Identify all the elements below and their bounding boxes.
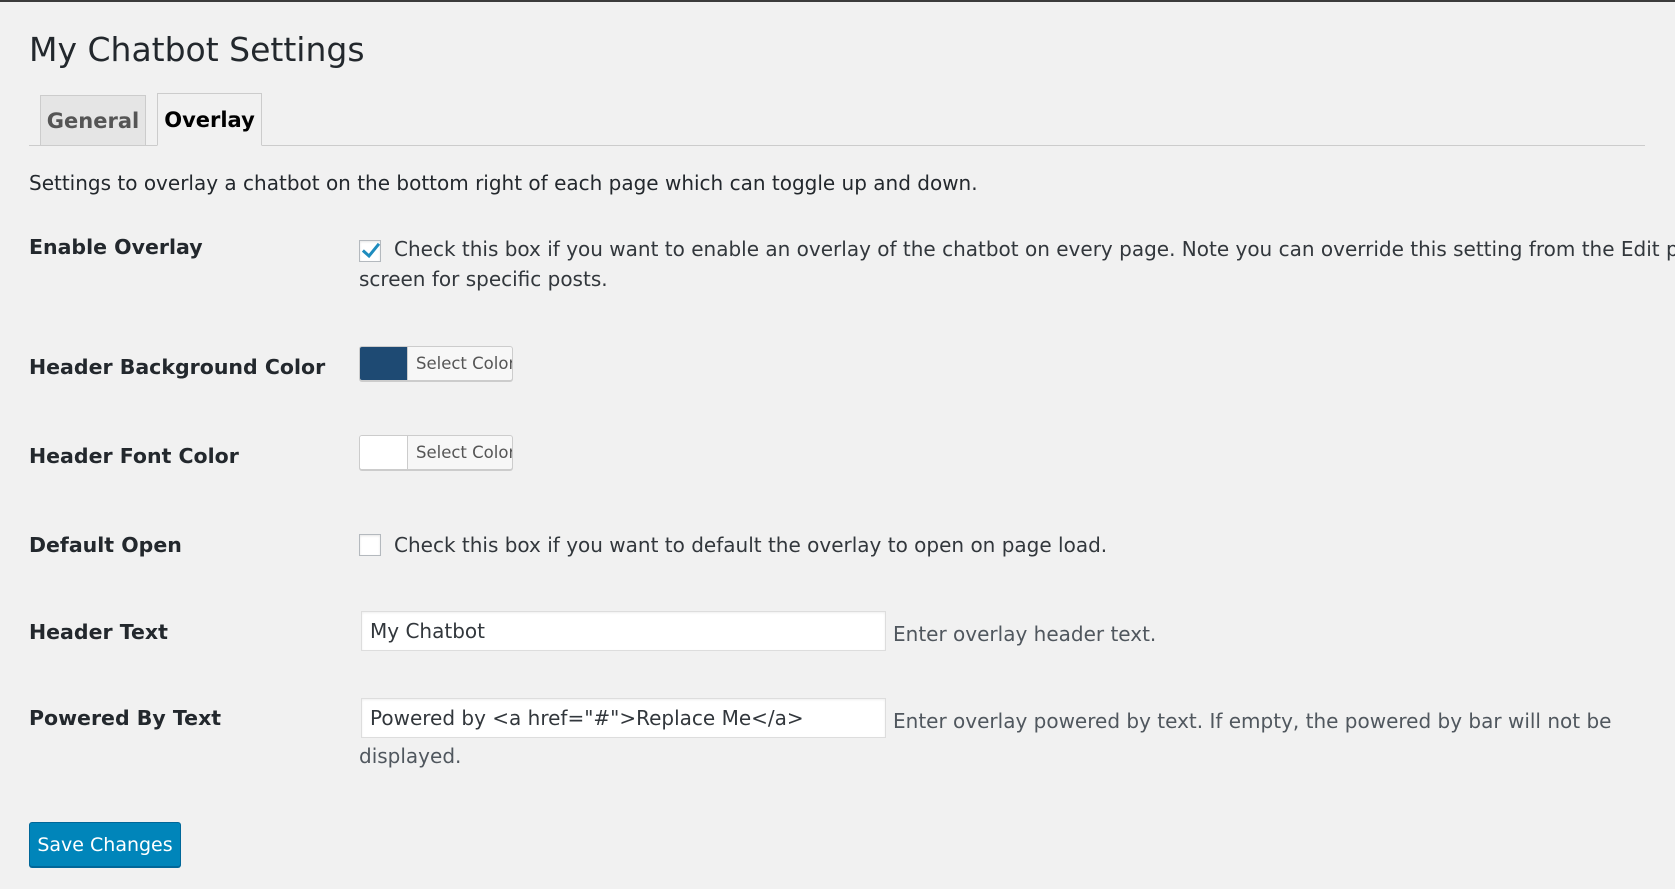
default-open-checkbox[interactable] — [359, 534, 381, 556]
header-font-color-swatch — [360, 436, 408, 469]
enable-overlay-text-line2: screen for specific posts. — [359, 267, 608, 291]
default-open-field: Check this box if you want to default th… — [359, 530, 1459, 566]
enable-overlay-field: Check this box if you want to enable an … — [359, 230, 1675, 300]
tab-bar: General Overlay — [29, 92, 1645, 146]
tab-general[interactable]: General — [40, 95, 146, 146]
default-open-label: Default Open — [29, 533, 182, 557]
page-description: Settings to overlay a chatbot on the bot… — [29, 171, 978, 195]
header-font-color-picker[interactable]: Select Color — [359, 435, 513, 470]
enable-overlay-text-line1: Check this box if you want to enable an … — [394, 237, 1675, 261]
header-text-hint: Enter overlay header text. — [893, 622, 1157, 646]
enable-overlay-label: Enable Overlay — [29, 235, 203, 259]
page-title: My Chatbot Settings — [29, 30, 365, 69]
header-text-input[interactable] — [361, 611, 886, 651]
powered-by-text-hint-line2: displayed. — [359, 744, 462, 768]
default-open-text: Check this box if you want to default th… — [394, 533, 1108, 557]
header-text-label: Header Text — [29, 620, 168, 644]
powered-by-text-input[interactable] — [361, 698, 886, 738]
powered-by-text-hint-line1: Enter overlay powered by text. If empty,… — [893, 709, 1612, 733]
header-font-color-label: Header Font Color — [29, 444, 239, 468]
enable-overlay-checkbox[interactable] — [359, 240, 381, 262]
powered-by-text-label: Powered By Text — [29, 706, 222, 730]
header-bg-color-label: Header Background Color — [29, 355, 326, 379]
check-icon — [361, 242, 381, 259]
header-bg-color-picker[interactable]: Select Color — [359, 346, 513, 381]
tab-overlay[interactable]: Overlay — [157, 93, 262, 146]
save-changes-button[interactable]: Save Changes — [29, 822, 181, 867]
top-border — [0, 0, 1675, 2]
header-font-select-color-label: Select Color — [416, 443, 513, 462]
header-bg-color-swatch — [360, 347, 408, 380]
header-bg-select-color-label: Select Color — [416, 354, 513, 373]
